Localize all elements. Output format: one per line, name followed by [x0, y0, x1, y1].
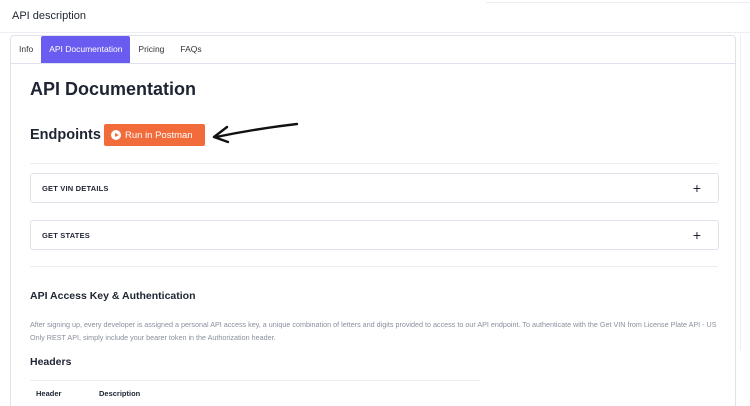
tab-divider — [11, 63, 735, 64]
tab-bar: Info API Documentation Pricing FAQs — [11, 36, 210, 63]
table-header-description: Description — [99, 389, 141, 398]
accordion-get-states[interactable]: GET STATES + — [30, 220, 719, 250]
accordion-label: GET STATES — [42, 231, 90, 240]
accordion-get-vin-details[interactable]: GET VIN DETAILS + — [30, 173, 719, 203]
headers-heading: Headers — [30, 356, 72, 368]
tab-faqs[interactable]: FAQs — [172, 36, 209, 63]
endpoints-heading: Endpoints — [30, 127, 101, 143]
page-edge — [740, 35, 741, 350]
section-divider — [0, 32, 750, 33]
hand-drawn-arrow-icon — [212, 122, 299, 144]
run-in-postman-button[interactable]: Run in Postman — [104, 124, 205, 146]
auth-heading: API Access Key & Authentication — [30, 290, 196, 302]
api-description-card: Info API Documentation Pricing FAQs API … — [10, 35, 736, 406]
accordion-label: GET VIN DETAILS — [42, 184, 109, 193]
plus-icon[interactable]: + — [693, 180, 701, 196]
endpoints-divider-bottom — [30, 266, 718, 267]
tab-info[interactable]: Info — [11, 36, 41, 63]
section-title: API description — [12, 10, 86, 22]
play-circle-icon — [111, 130, 121, 140]
top-divider-short — [486, 2, 750, 3]
tab-pricing[interactable]: Pricing — [130, 36, 172, 63]
run-in-postman-label: Run in Postman — [125, 129, 193, 141]
endpoints-divider-top — [30, 163, 718, 164]
page-title: API Documentation — [30, 79, 197, 99]
table-header-header: Header — [36, 389, 62, 398]
plus-icon[interactable]: + — [693, 227, 701, 243]
auth-description: After signing up, every developer is ass… — [30, 320, 717, 342]
tab-api-documentation[interactable]: API Documentation — [41, 36, 131, 63]
headers-table-divider — [30, 380, 480, 381]
